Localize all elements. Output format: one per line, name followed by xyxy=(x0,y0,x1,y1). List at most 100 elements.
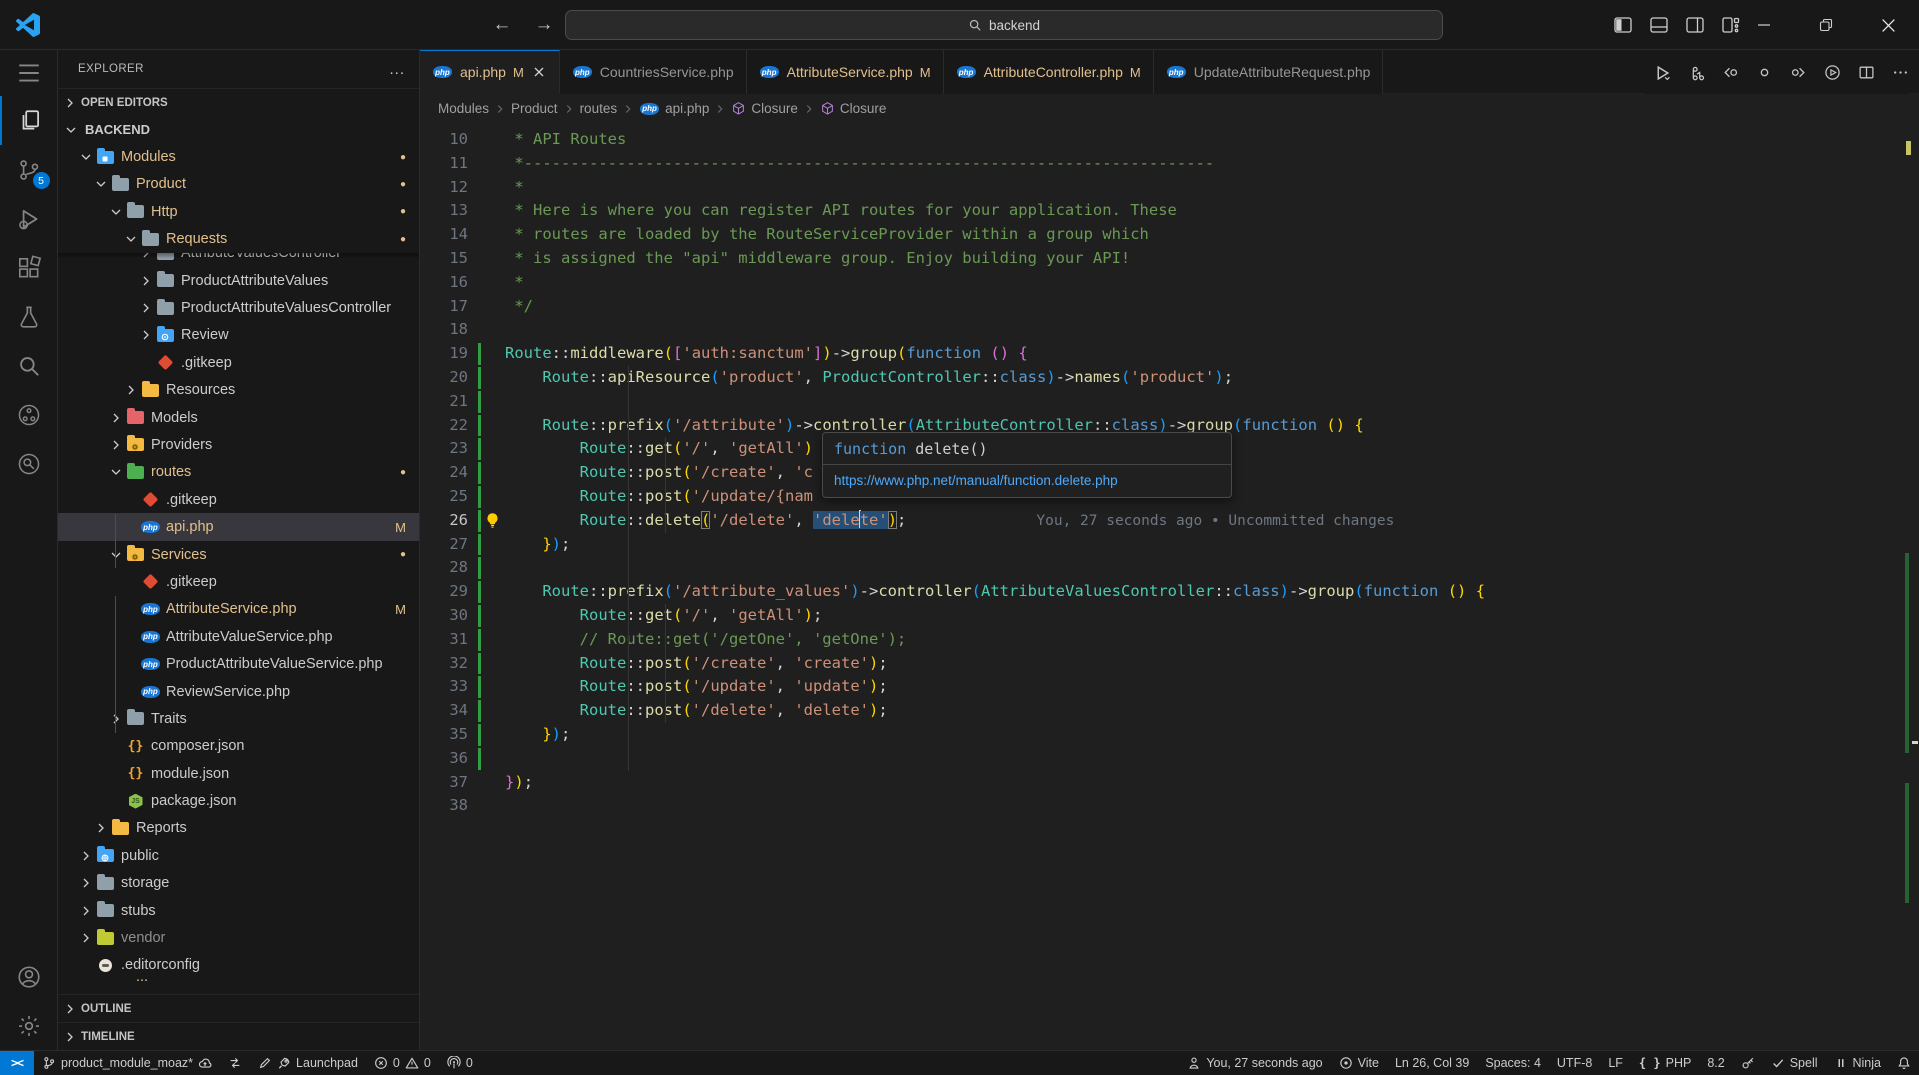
code-line-37[interactable]: 37}); xyxy=(420,771,1905,795)
breadcrumb-item-closure[interactable]: Closure xyxy=(731,101,798,116)
activity-source-control-icon[interactable]: 5 xyxy=(0,145,58,194)
status-git-branch[interactable]: product_module_moaz* xyxy=(34,1051,220,1075)
tree-item--gitkeep[interactable]: .gitkeep xyxy=(58,568,419,595)
tree-item--[interactable]: ... xyxy=(58,979,419,991)
code-line-18[interactable]: 18 xyxy=(420,318,1905,342)
tree-root-backend[interactable]: BACKEND xyxy=(58,116,419,143)
tree-item-models[interactable]: Models xyxy=(58,404,419,431)
toggle-sidebar-icon[interactable] xyxy=(1613,15,1633,35)
chevron-down-icon[interactable] xyxy=(122,230,140,248)
overview-ruler[interactable] xyxy=(1905,123,1919,1050)
code-line-33[interactable]: 33 Route::post('/update', 'update'); xyxy=(420,675,1905,699)
chevron-right-icon[interactable] xyxy=(77,929,95,947)
tree-item-http[interactable]: Http● xyxy=(58,198,419,225)
activity-testing-icon[interactable] xyxy=(0,292,58,341)
chevron-right-icon[interactable] xyxy=(107,710,125,728)
chevron-right-icon[interactable] xyxy=(137,326,155,344)
chevron-right-icon[interactable] xyxy=(92,819,110,837)
open-editors-section[interactable]: OPEN EDITORS xyxy=(58,88,419,116)
chevron-down-icon[interactable] xyxy=(107,463,125,481)
code-line-12[interactable]: 12 * xyxy=(420,176,1905,200)
code-line-38[interactable]: 38 xyxy=(420,794,1905,818)
status-language-php[interactable]: { }PHP xyxy=(1631,1051,1699,1075)
tree-item-productattributevalueservice-php[interactable]: phpProductAttributeValueService.php xyxy=(58,650,419,677)
tree-item-traits[interactable]: Traits xyxy=(58,705,419,732)
toggle-secondary-sidebar-icon[interactable] xyxy=(1685,15,1705,35)
chevron-right-icon[interactable] xyxy=(137,299,155,317)
tree-item-requests[interactable]: Requests● xyxy=(58,226,419,253)
status-remote[interactable]: >< xyxy=(0,1051,34,1075)
activity-extensions-icon[interactable] xyxy=(0,243,58,292)
tree-item-vendor[interactable]: vendor xyxy=(58,924,419,951)
code-line-21[interactable]: 21 xyxy=(420,390,1905,414)
tree-item-productattributevaluescontroller[interactable]: ProductAttributeValuesController xyxy=(58,294,419,321)
chevron-down-icon[interactable] xyxy=(77,148,95,166)
chevron-right-icon[interactable] xyxy=(107,436,125,454)
status-spell[interactable]: Spell xyxy=(1763,1051,1826,1075)
open-change-icon[interactable] xyxy=(1756,64,1773,81)
breadcrumb-item-api-php[interactable]: phpapi.php xyxy=(639,100,709,118)
chevron-down-icon[interactable] xyxy=(107,546,125,564)
tab-attributeservice-php[interactable]: phpAttributeService.phpM xyxy=(747,50,944,94)
chevron-down-icon[interactable] xyxy=(107,203,125,221)
status-indentation[interactable]: Spaces: 4 xyxy=(1477,1051,1549,1075)
tree-item-attributeservice-php[interactable]: phpAttributeService.phpM xyxy=(58,596,419,623)
command-center[interactable]: backend xyxy=(565,10,1443,40)
tree-item-package-json[interactable]: JSpackage.json xyxy=(58,787,419,814)
breadcrumb-item-product[interactable]: Product xyxy=(511,101,558,116)
toggle-panel-icon[interactable] xyxy=(1649,15,1669,35)
activity-menu-icon[interactable] xyxy=(0,50,58,96)
activity-run-debug-icon[interactable] xyxy=(0,194,58,243)
chevron-right-icon[interactable] xyxy=(122,381,140,399)
more-icon[interactable] xyxy=(1892,64,1909,81)
code-line-11[interactable]: 11 *------------------------------------… xyxy=(420,152,1905,176)
code-line-35[interactable]: 35 }); xyxy=(420,723,1905,747)
tab-attributecontroller-php[interactable]: phpAttributeController.phpM xyxy=(944,50,1154,94)
status-notifications[interactable] xyxy=(1889,1051,1919,1075)
chevron-right-icon[interactable] xyxy=(77,874,95,892)
tree-item-providers[interactable]: Providers xyxy=(58,431,419,458)
code-line-34[interactable]: 34 Route::post('/delete', 'delete'); xyxy=(420,699,1905,723)
activity-remote-explorer-icon[interactable] xyxy=(0,390,58,439)
tree-item-review[interactable]: Review xyxy=(58,322,419,349)
nav-back-icon[interactable]: ← xyxy=(488,11,516,39)
tree-item-productattributevalues[interactable]: ProductAttributeValues xyxy=(58,267,419,294)
status-blame-author[interactable]: You, 27 seconds ago xyxy=(1179,1051,1330,1075)
activity-code-search-icon[interactable] xyxy=(0,439,58,488)
tab-countriesservice-php[interactable]: phpCountriesService.php xyxy=(560,50,747,94)
next-change-icon[interactable] xyxy=(1790,64,1807,81)
tree-item--editorconfig[interactable]: .editorconfig xyxy=(58,952,419,979)
status-ninja[interactable]: Ninja xyxy=(1826,1051,1890,1075)
tree-item-modules[interactable]: Modules● xyxy=(58,143,419,170)
tree-item-reports[interactable]: Reports xyxy=(58,815,419,842)
breadcrumb-item-routes[interactable]: routes xyxy=(580,101,618,116)
prev-change-icon[interactable] xyxy=(1722,64,1739,81)
status-eol[interactable]: LF xyxy=(1600,1051,1631,1075)
tree-item-composer-json[interactable]: {}composer.json xyxy=(58,733,419,760)
status-php-version[interactable]: 8.2 xyxy=(1699,1051,1732,1075)
lightbulb-icon[interactable] xyxy=(484,512,501,529)
breadcrumb-item-modules[interactable]: Modules xyxy=(438,101,489,116)
activity-account-icon[interactable] xyxy=(0,952,58,1001)
status-git-compare[interactable] xyxy=(220,1051,250,1075)
timeline-section[interactable]: TIMELINE xyxy=(58,1022,419,1050)
activity-explorer-icon[interactable] xyxy=(0,96,58,145)
status-launchpad[interactable]: Launchpad xyxy=(250,1051,366,1075)
status-encoding[interactable]: UTF-8 xyxy=(1549,1051,1600,1075)
code-line-30[interactable]: 30 Route::get('/', 'getAll'); xyxy=(420,604,1905,628)
breadcrumb-item-closure[interactable]: Closure xyxy=(820,101,887,116)
explorer-actions-icon[interactable]: ... xyxy=(389,61,405,78)
code-line-16[interactable]: 16 * xyxy=(420,271,1905,295)
code-line-28[interactable]: 28 xyxy=(420,556,1905,580)
chevron-right-icon[interactable] xyxy=(107,409,125,427)
tree-item-reviewservice-php[interactable]: phpReviewService.php xyxy=(58,678,419,705)
nav-forward-icon[interactable]: → xyxy=(530,11,558,39)
tree-item-module-json[interactable]: {}module.json xyxy=(58,760,419,787)
status-problems[interactable]: 00 xyxy=(366,1051,439,1075)
tree-item-services[interactable]: Services● xyxy=(58,541,419,568)
tree-item-storage[interactable]: storage xyxy=(58,870,419,897)
chevron-right-icon[interactable] xyxy=(77,902,95,920)
run-circle-icon[interactable] xyxy=(1824,64,1841,81)
code-line-14[interactable]: 14 * routes are loaded by the RouteServi… xyxy=(420,223,1905,247)
code-line-31[interactable]: 31 // Route::get('/getOne', 'getOne'); xyxy=(420,628,1905,652)
